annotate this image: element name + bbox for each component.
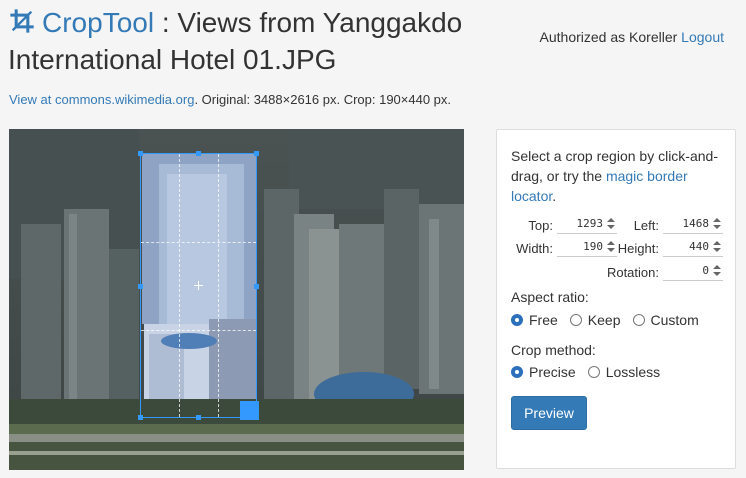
crop-guide-horizontal-2 [141,330,256,331]
crop-guide-vertical-1 [179,154,180,417]
rotation-value: 0 [702,264,709,277]
crop-icon [8,7,36,43]
crop-selection[interactable] [138,151,259,420]
crop-handle-top-left[interactable] [138,151,143,156]
aspect-keep-radio[interactable]: Keep [569,312,621,328]
radio-unchecked-icon [632,314,645,326]
aspect-ratio-options: Free Keep Custom [511,312,711,328]
radio-unchecked-icon [569,314,582,326]
auth-status: Authorized as Koreller Logout [540,29,724,45]
crop-resize-handle[interactable] [240,401,259,420]
left-label: Left: [633,218,659,233]
logout-link[interactable]: Logout [681,29,724,45]
preview-button[interactable]: Preview [511,396,587,430]
aspect-custom-radio[interactable]: Custom [632,312,699,328]
rotation-spinner-icon[interactable] [712,264,722,278]
crop-handle-top[interactable] [196,151,201,156]
top-value: 1293 [576,217,604,230]
crop-handle-top-right[interactable] [254,151,259,156]
file-info: View at commons.wikimedia.org. Original:… [9,92,451,107]
method-lossless-label: Lossless [605,364,661,380]
crop-settings-panel: Select a crop region by click-and-drag, … [496,129,736,469]
method-lossless-radio[interactable]: Lossless [587,364,661,380]
page: CropTool : Views from Yanggakdo Internat… [0,0,746,478]
auth-user-text: Authorized as Koreller [539,29,678,45]
file-dimensions: . Original: 3488×2616 px. Crop: 190×440 … [194,92,452,107]
height-label: Height: [617,241,659,256]
rotation-input[interactable]: 0 [663,262,723,281]
width-input[interactable]: 190 [557,238,617,257]
radio-checked-icon [511,314,523,326]
crop-guide-vertical-2 [218,154,219,417]
crop-method-label: Crop method: [511,342,596,358]
crop-handle-left[interactable] [138,284,143,289]
aspect-free-label: Free [529,312,558,328]
aspect-ratio-label: Aspect ratio: [511,289,589,305]
aspect-free-radio[interactable]: Free [511,312,558,328]
crop-handle-right[interactable] [254,284,259,289]
instructions-end: . [552,188,557,204]
method-precise-label: Precise [529,364,576,380]
aspect-keep-label: Keep [587,312,621,328]
left-input[interactable]: 1468 [663,215,723,234]
aspect-custom-label: Custom [650,312,699,328]
view-on-commons-link[interactable]: View at commons.wikimedia.org [9,92,194,107]
top-label: Top: [528,218,553,233]
crop-handle-bottom-left[interactable] [138,415,143,420]
width-value: 190 [583,240,603,253]
crop-center-icon [194,281,203,290]
app-home-link[interactable]: CropTool [8,7,154,38]
radio-checked-icon [511,366,523,378]
height-value: 440 [689,240,709,253]
app-name: CropTool [42,7,155,38]
method-precise-radio[interactable]: Precise [511,364,576,380]
page-title: CropTool : Views from Yanggakdo Internat… [8,6,518,77]
top-input[interactable]: 1293 [557,215,617,234]
width-label: Width: [516,241,553,256]
crop-method-options: Precise Lossless [511,364,672,380]
crop-handle-bottom[interactable] [196,415,201,420]
height-spinner-icon[interactable] [712,240,722,254]
instructions: Select a crop region by click-and-drag, … [511,146,729,206]
crop-guide-horizontal-1 [141,242,256,243]
rotation-label: Rotation: [606,265,659,280]
top-spinner-icon[interactable] [606,217,616,231]
left-spinner-icon[interactable] [712,217,722,231]
title-separator: : [154,7,178,38]
radio-unchecked-icon [587,366,600,378]
left-value: 1468 [682,217,710,230]
height-input[interactable]: 440 [663,238,723,257]
